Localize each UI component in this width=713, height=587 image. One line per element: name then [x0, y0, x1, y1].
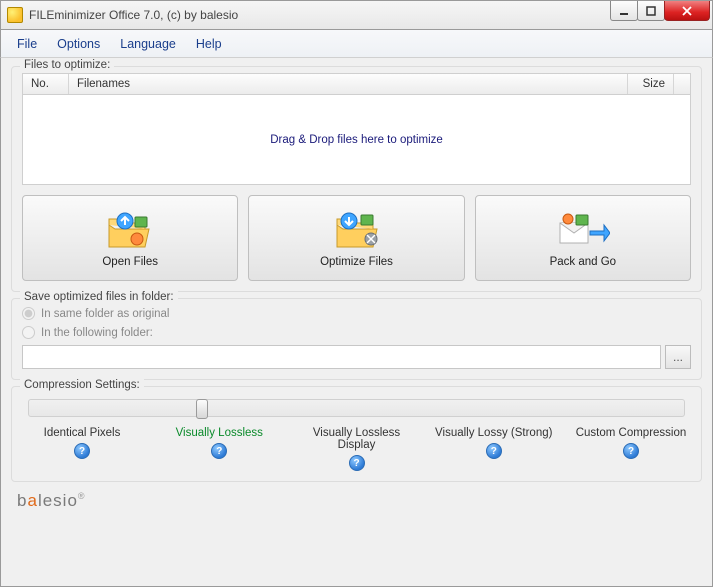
optimize-files-icon — [331, 209, 381, 253]
compression-legend: Compression Settings: — [20, 379, 144, 391]
maximize-button[interactable] — [637, 1, 665, 21]
minimize-button[interactable] — [610, 1, 638, 21]
radio-same-folder[interactable]: In same folder as original — [22, 307, 691, 320]
radio-following-input[interactable] — [22, 326, 35, 339]
open-files-button[interactable]: Open Files — [22, 195, 238, 281]
footer: balesio® — [11, 488, 702, 514]
label-lossy-strong: Visually Lossy (Strong) ? — [434, 427, 554, 471]
logo-reg: ® — [78, 491, 86, 501]
files-drop-area[interactable]: Drag & Drop files here to optimize — [22, 95, 691, 185]
balesio-logo: balesio® — [17, 491, 86, 511]
menu-file[interactable]: File — [7, 33, 47, 55]
col-no[interactable]: No. — [23, 74, 69, 94]
compression-labels: Identical Pixels ? Visually Lossless ? V… — [22, 427, 691, 471]
titlebar: FILEminimizer Office 7.0, (c) by balesio — [0, 0, 713, 30]
label-lossless-display-text: Visually Lossless Display — [297, 427, 417, 451]
radio-same-label: In same folder as original — [41, 308, 169, 320]
label-lossless-text: Visually Lossless — [176, 427, 263, 439]
save-legend: Save optimized files in folder: — [20, 291, 178, 303]
label-identical-text: Identical Pixels — [44, 427, 121, 439]
radio-following-label: In the following folder: — [41, 327, 153, 339]
label-custom-text: Custom Compression — [576, 427, 687, 439]
radio-same-input[interactable] — [22, 307, 35, 320]
compression-group: Compression Settings: Identical Pixels ?… — [11, 386, 702, 482]
open-files-icon — [105, 209, 155, 253]
files-header: No. Filenames Size — [22, 73, 691, 95]
action-buttons: Open Files Optimize Files — [22, 195, 691, 281]
help-icon[interactable]: ? — [211, 443, 227, 459]
label-identical: Identical Pixels ? — [22, 427, 142, 471]
files-group: Files to optimize: No. Filenames Size Dr… — [11, 66, 702, 292]
logo-accent: a — [27, 491, 37, 510]
help-icon[interactable]: ? — [623, 443, 639, 459]
label-lossless: Visually Lossless ? — [159, 427, 279, 471]
close-button[interactable] — [664, 1, 710, 21]
menubar: File Options Language Help — [0, 30, 713, 58]
col-filenames[interactable]: Filenames — [69, 74, 628, 94]
help-icon[interactable]: ? — [486, 443, 502, 459]
menu-help[interactable]: Help — [186, 33, 232, 55]
pack-and-go-button[interactable]: Pack and Go — [475, 195, 691, 281]
slider-track[interactable] — [28, 399, 685, 417]
label-custom: Custom Compression ? — [571, 427, 691, 471]
save-group: Save optimized files in folder: In same … — [11, 298, 702, 380]
label-lossy-strong-text: Visually Lossy (Strong) — [435, 427, 552, 439]
pack-and-go-label: Pack and Go — [550, 256, 616, 268]
compression-slider[interactable] — [22, 397, 691, 417]
window-title: FILEminimizer Office 7.0, (c) by balesio — [29, 8, 611, 22]
radio-following-folder[interactable]: In the following folder: — [22, 326, 691, 339]
path-row: ... — [22, 345, 691, 369]
optimize-files-button[interactable]: Optimize Files — [248, 195, 464, 281]
client-area: Files to optimize: No. Filenames Size Dr… — [0, 58, 713, 587]
path-input[interactable] — [22, 345, 661, 369]
logo-post: lesio — [38, 491, 78, 510]
browse-button[interactable]: ... — [665, 345, 691, 369]
optimize-files-label: Optimize Files — [320, 256, 393, 268]
files-legend: Files to optimize: — [20, 59, 114, 71]
logo-pre: b — [17, 491, 27, 510]
menu-options[interactable]: Options — [47, 33, 110, 55]
open-files-label: Open Files — [102, 256, 158, 268]
pack-and-go-icon — [556, 209, 610, 253]
app-icon — [7, 7, 23, 23]
window-controls — [611, 1, 710, 21]
help-icon[interactable]: ? — [349, 455, 365, 471]
help-icon[interactable]: ? — [74, 443, 90, 459]
drop-hint: Drag & Drop files here to optimize — [270, 134, 443, 146]
col-pad — [674, 74, 690, 94]
slider-thumb[interactable] — [196, 399, 208, 419]
col-size[interactable]: Size — [628, 74, 674, 94]
label-lossless-display: Visually Lossless Display ? — [297, 427, 417, 471]
menu-language[interactable]: Language — [110, 33, 186, 55]
